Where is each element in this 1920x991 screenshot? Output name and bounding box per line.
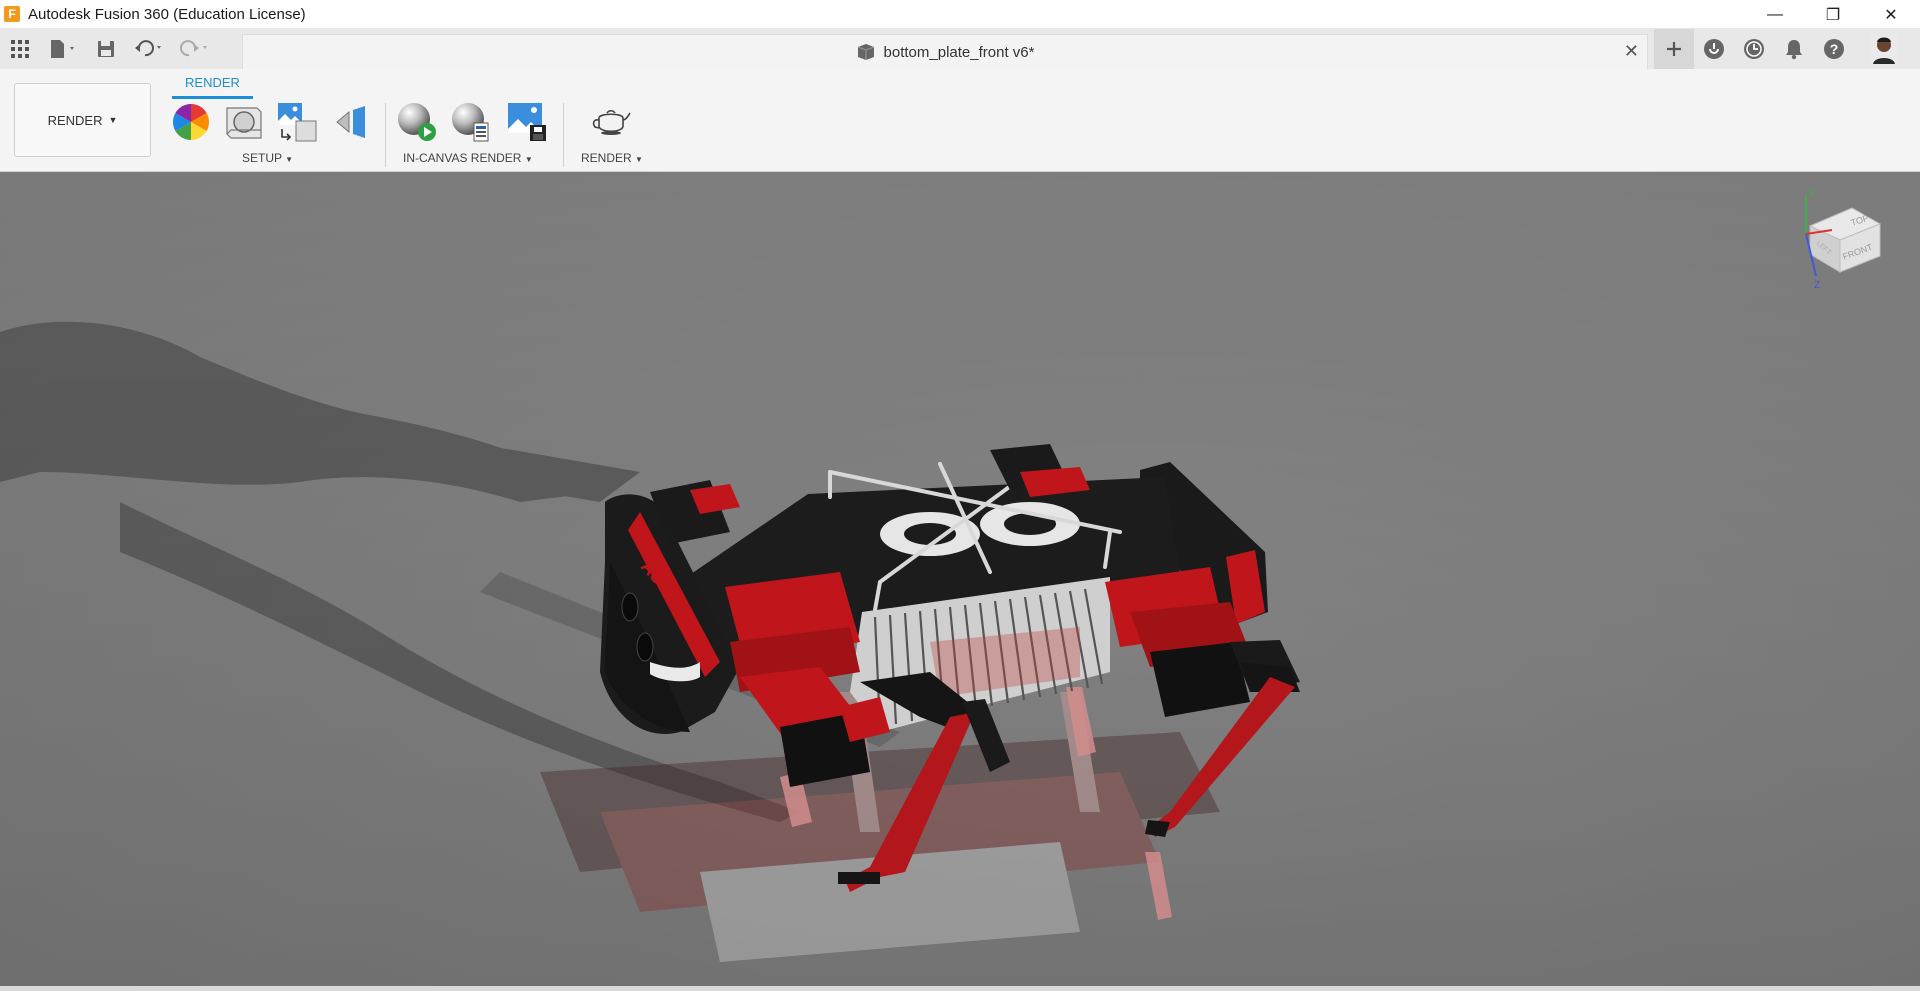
group-setup[interactable]: SETUP ▼	[242, 151, 293, 165]
clock-icon	[1744, 39, 1764, 59]
appearance-tool[interactable]	[170, 101, 212, 143]
group-in-canvas-render[interactable]: IN-CANVAS RENDER ▼	[403, 151, 533, 165]
render-tool[interactable]	[590, 101, 632, 143]
ribbon-separator	[385, 103, 386, 167]
axis-y-label: Y	[1808, 188, 1815, 199]
quick-access-toolbar: bottom_plate_front v6* ✕ ?	[0, 29, 1920, 69]
minimize-button[interactable]: —	[1746, 0, 1804, 29]
in-canvas-render-settings-tool[interactable]	[450, 101, 492, 143]
group-render[interactable]: RENDER ▼	[581, 151, 643, 165]
document-title: bottom_plate_front v6*	[883, 43, 1035, 61]
grid-icon	[11, 40, 29, 58]
close-tab-button[interactable]: ✕	[1624, 41, 1639, 62]
redo-button[interactable]	[172, 29, 218, 69]
workspace-label: RENDER	[47, 112, 103, 128]
render-sphere-play-icon	[398, 103, 436, 141]
extensions-icon	[1704, 39, 1724, 59]
axis-z-label: Z	[1814, 280, 1820, 291]
render-sphere-settings-icon	[452, 103, 489, 142]
ribbon-toolbar: RENDER ▼ RENDER SETUP ▼ IN-CANVAS RENDER…	[0, 69, 1920, 172]
extensions-button[interactable]	[1694, 29, 1734, 69]
document-tab[interactable]: bottom_plate_front v6* ✕	[242, 34, 1648, 69]
texture-map-icon	[278, 103, 317, 142]
scene-settings-tool[interactable]	[222, 101, 264, 143]
capture-image-icon	[508, 103, 546, 141]
chevron-down-icon: ▼	[108, 115, 118, 125]
help-button[interactable]: ?	[1814, 29, 1854, 69]
fusion-logo-icon: F	[4, 6, 20, 22]
undo-icon	[135, 40, 161, 57]
chevron-down-icon: ▼	[635, 155, 643, 164]
job-status-button[interactable]	[1734, 29, 1774, 69]
redo-icon	[180, 40, 207, 57]
in-canvas-render-tool[interactable]	[396, 101, 438, 143]
help-icon: ?	[1824, 39, 1844, 59]
status-strip	[0, 986, 1920, 991]
close-window-button[interactable]: ✕	[1862, 0, 1920, 29]
capture-image-tool[interactable]	[506, 101, 548, 143]
tab-render[interactable]: RENDER	[172, 73, 253, 101]
new-tab-button[interactable]	[1654, 29, 1694, 69]
file-icon	[51, 40, 74, 58]
color-wheel-icon	[172, 104, 210, 140]
user-profile-button[interactable]	[1854, 29, 1914, 69]
texture-map-controls-tool[interactable]	[276, 101, 318, 143]
ribbon-separator	[563, 103, 564, 167]
notifications-button[interactable]	[1774, 29, 1814, 69]
bell-icon	[1786, 40, 1802, 60]
chevron-down-icon: ▼	[524, 155, 533, 164]
save-icon	[98, 41, 114, 57]
title-bar: F Autodesk Fusion 360 (Education License…	[0, 0, 1920, 29]
scene-settings-icon	[226, 107, 262, 139]
restore-button[interactable]: ❐	[1804, 0, 1862, 29]
plus-icon	[1667, 42, 1681, 56]
component-box-icon	[857, 44, 874, 60]
window-title: Autodesk Fusion 360 (Education License)	[28, 5, 306, 23]
decal-tool[interactable]	[330, 101, 372, 143]
undo-button[interactable]	[126, 29, 172, 69]
chevron-down-icon: ▼	[285, 155, 294, 164]
workspace-switcher-button[interactable]: RENDER ▼	[14, 83, 151, 157]
viewcube-navigation[interactable]: TOP FRONT LEFT Y Z	[1792, 188, 1892, 298]
data-panel-button[interactable]	[0, 29, 40, 69]
avatar	[1870, 34, 1898, 64]
3d-viewport[interactable]: ASC TOP FRONT LEFT Y Z	[0, 172, 1920, 986]
teapot-icon	[592, 109, 631, 135]
svg-text:?: ?	[1830, 41, 1839, 57]
model-scene: ASC	[0, 172, 1920, 986]
window-controls: — ❐ ✕	[1746, 0, 1920, 29]
save-button[interactable]	[86, 29, 126, 69]
file-menu-button[interactable]	[40, 29, 86, 69]
decal-icon	[336, 106, 365, 138]
